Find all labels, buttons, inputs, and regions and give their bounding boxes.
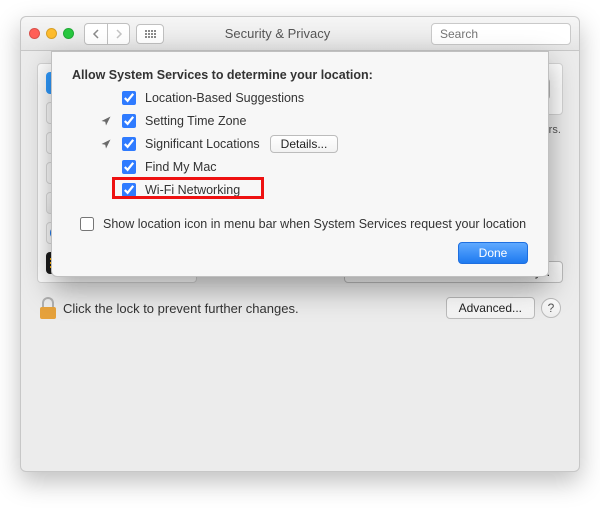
option-label: Wi-Fi Networking xyxy=(145,183,240,197)
nav-buttons xyxy=(84,23,130,45)
back-button[interactable] xyxy=(85,24,107,44)
window-title: Security & Privacy xyxy=(170,26,385,41)
lock-text: Click the lock to prevent further change… xyxy=(63,301,299,316)
show-all-button[interactable] xyxy=(136,24,164,44)
checkbox-wifi-networking[interactable] xyxy=(122,183,136,197)
option-label: Location-Based Suggestions xyxy=(145,91,304,105)
option-label: Show location icon in menu bar when Syst… xyxy=(103,217,526,231)
option-label: Setting Time Zone xyxy=(145,114,246,128)
done-button[interactable]: Done xyxy=(458,242,528,264)
options-list: Location-Based Suggestions Setting Time … xyxy=(72,88,528,200)
lock-icon[interactable] xyxy=(39,297,57,319)
option-time-zone: Setting Time Zone xyxy=(100,111,528,131)
search-field[interactable] xyxy=(431,23,571,45)
option-label: Significant Locations xyxy=(145,137,260,151)
compass-icon xyxy=(100,138,112,150)
minimize-window-button[interactable] xyxy=(46,28,57,39)
advanced-button[interactable]: Advanced... xyxy=(446,297,535,319)
option-find-my-mac: Find My Mac xyxy=(100,157,528,177)
sheet-heading: Allow System Services to determine your … xyxy=(72,68,528,82)
significant-locations-details-button[interactable]: Details... xyxy=(270,135,339,153)
checkbox-location-suggestions[interactable] xyxy=(122,91,136,105)
option-label: Find My Mac xyxy=(145,160,217,174)
option-menu-bar-icon: Show location icon in menu bar when Syst… xyxy=(76,214,528,234)
checkbox-find-my-mac[interactable] xyxy=(122,160,136,174)
checkbox-significant-locations[interactable] xyxy=(122,137,136,151)
checkbox-time-zone[interactable] xyxy=(122,114,136,128)
option-significant-locations: Significant Locations Details... xyxy=(100,134,528,154)
zoom-window-button[interactable] xyxy=(63,28,74,39)
preferences-window: Security & Privacy xyxy=(20,16,580,472)
help-button[interactable]: ? xyxy=(541,298,561,318)
search-input[interactable] xyxy=(438,26,597,42)
compass-icon xyxy=(100,115,112,127)
close-window-button[interactable] xyxy=(29,28,40,39)
content-area: 17 Photos Acces xyxy=(21,51,579,471)
checkbox-menu-bar-icon[interactable] xyxy=(80,217,94,231)
option-location-suggestions: Location-Based Suggestions xyxy=(100,88,528,108)
forward-button[interactable] xyxy=(107,24,129,44)
footer: Click the lock to prevent further change… xyxy=(37,297,563,319)
option-wifi-networking: Wi-Fi Networking xyxy=(118,180,528,200)
window-controls xyxy=(29,28,74,39)
system-services-sheet: Allow System Services to determine your … xyxy=(51,51,549,277)
titlebar: Security & Privacy xyxy=(21,17,579,51)
